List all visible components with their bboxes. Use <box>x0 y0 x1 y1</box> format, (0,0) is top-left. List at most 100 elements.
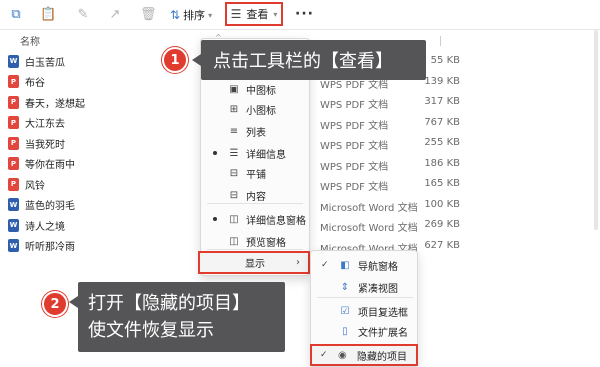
file-row[interactable]: P 春天，遂想起 <box>8 92 198 112</box>
file-row[interactable]: W 听听那冷雨 <box>8 236 198 256</box>
file-type: Microsoft Word 文档 <box>320 202 418 214</box>
file-name: 布谷 <box>25 78 45 89</box>
file-row[interactable]: P 当我死时 <box>8 133 198 153</box>
file-name: 听听那冷雨 <box>25 242 75 253</box>
submenu-item-hidden-items[interactable]: ✓ ◉ 隐藏的项目 <box>310 344 418 366</box>
sort-label: 排序 <box>183 9 206 22</box>
file-row[interactable]: P 等你在雨中 <box>8 154 198 174</box>
file-name: 当我死时 <box>25 139 65 151</box>
file-name: 白玉苦瓜 <box>25 57 65 69</box>
view-menu-item-label: 中图标 <box>246 85 276 97</box>
submenu-item[interactable]: ▯ 文件扩展名 <box>311 321 417 341</box>
file-row[interactable]: W 蓝色的羽毛 <box>8 195 198 215</box>
view-menu-item-label: 列表 <box>246 127 266 139</box>
file-type: Microsoft Word 文档 <box>320 223 418 234</box>
callout-step-2: 打开【隐藏的项目】 使文件恢复显示 <box>69 282 285 352</box>
file-size: 139 KB <box>424 75 460 87</box>
copy-icon[interactable]: ⧉ <box>8 7 24 23</box>
eye-icon: ◉ <box>338 349 347 361</box>
chevron-right-icon: › <box>296 257 300 268</box>
submenu-item-label: 导航窗格 <box>358 261 398 273</box>
submenu-item[interactable]: ☑ 项目复选框 <box>311 301 417 321</box>
menu-item-show-label: 显示 <box>245 259 265 270</box>
view-icon: ☰ <box>230 7 242 21</box>
submenu-item-icon: ◧ <box>340 259 350 271</box>
share-icon[interactable]: ↗ <box>107 7 123 23</box>
step-badge-2: 2 <box>42 291 68 317</box>
sort-button[interactable]: ⇅ 排序 ▾ <box>170 6 212 24</box>
check-icon: ✓ <box>320 350 328 360</box>
delete-icon[interactable]: 🗑 <box>140 7 157 23</box>
view-mode-icon: ⊟ <box>229 167 239 179</box>
paste-icon[interactable]: 📋 <box>40 7 56 23</box>
chevron-down-icon: ▾ <box>273 9 278 19</box>
word-file-icon: W <box>8 239 19 252</box>
pdf-file-icon: P <box>8 157 19 170</box>
pdf-file-icon: P <box>8 95 19 109</box>
callout-step-2-line2: 使文件恢复显示 <box>88 320 214 341</box>
view-menu-item-label: 详细信息窗格 <box>246 215 306 227</box>
view-menu-item[interactable]: ☰ 详细信息 <box>201 143 309 163</box>
file-row[interactable]: P 布谷 <box>8 72 198 92</box>
pdf-file-icon: P <box>8 177 19 191</box>
file-size: 627 KB <box>424 239 460 251</box>
pdf-file-icon: P <box>8 75 19 88</box>
view-menu-item[interactable]: ▣ 中图标 <box>201 79 309 99</box>
view-menu-item-label: 内容 <box>246 191 266 203</box>
file-type: WPS PDF 文档 <box>320 120 389 132</box>
file-name: 蓝色的羽毛 <box>25 201 75 212</box>
view-mode-icon: ☰ <box>229 147 239 159</box>
view-menu-item[interactable]: ◫ 预览窗格 <box>201 231 309 251</box>
check-icon: ✓ <box>321 260 329 270</box>
view-menu-item[interactable]: ◫ 详细信息窗格 <box>201 209 309 229</box>
submenu-item-icon: ☑ <box>340 305 350 317</box>
scrollbar[interactable] <box>594 30 598 230</box>
word-file-icon: W <box>8 198 19 211</box>
view-mode-icon: ⊞ <box>229 103 239 115</box>
submenu-item-icon: ⇕ <box>340 281 350 293</box>
more-options-button[interactable]: ··· <box>295 6 314 22</box>
callout-step-1: 点击工具栏的【查看】 <box>192 40 426 80</box>
column-header-name[interactable]: 名称 <box>20 33 40 48</box>
sort-icon: ⇅ <box>170 8 181 22</box>
column-divider[interactable] <box>440 36 441 46</box>
file-row[interactable]: P 风铃 <box>8 174 198 194</box>
view-menu-item[interactable]: ⊟ 内容 <box>201 185 309 205</box>
menu-divider <box>207 249 303 250</box>
file-name: 风铃 <box>25 180 45 192</box>
file-type: WPS PDF 文档 <box>320 161 389 173</box>
view-menu-item[interactable]: ⊞ 小图标 <box>201 99 309 119</box>
submenu-item[interactable]: ✓ ◧ 导航窗格 <box>311 255 417 275</box>
step-badge-1: 1 <box>162 47 188 73</box>
file-row[interactable]: W 诗人之境 <box>8 215 198 235</box>
file-type: WPS PDF 文档 <box>320 182 389 193</box>
file-type: WPS PDF 文档 <box>320 100 389 111</box>
view-menu-item-label: 详细信息 <box>246 149 286 161</box>
file-size: 186 KB <box>424 157 460 169</box>
file-name: 等你在雨中 <box>25 160 75 171</box>
submenu-item-label: 文件扩展名 <box>358 327 408 339</box>
file-size: 317 KB <box>424 96 460 107</box>
file-size: 269 KB <box>424 219 460 230</box>
selected-bullet-icon <box>213 151 217 155</box>
word-file-icon: W <box>8 218 19 232</box>
view-menu-item-label: 预览窗格 <box>246 237 286 249</box>
submenu-item[interactable]: ⇕ 紧凑视图 <box>311 277 417 297</box>
file-name: 春天，遂想起 <box>25 98 85 110</box>
view-button[interactable]: ☰ 查看 ▾ <box>225 2 283 26</box>
callout-step-2-line1: 打开【隐藏的项目】 <box>88 293 250 314</box>
view-menu-item[interactable]: ≡ 列表 <box>201 121 309 141</box>
submenu-item-label: 项目复选框 <box>358 307 408 319</box>
view-menu-item-label: 小图标 <box>246 105 276 117</box>
menu-divider <box>207 203 303 204</box>
file-name: 诗人之境 <box>25 221 65 233</box>
submenu-item-label: 隐藏的项目 <box>357 351 407 363</box>
file-size: 255 KB <box>424 137 460 148</box>
view-menu-item[interactable]: ⊟ 平铺 <box>201 163 309 183</box>
toolbar: ⧉ 📋 ✎ ↗ 🗑 ⇅ 排序 ▾ ☰ 查看 ▾ ··· <box>0 0 600 30</box>
menu-item-show[interactable]: 显示 › <box>198 251 310 274</box>
view-mode-icon: ◫ <box>229 235 239 247</box>
file-row[interactable]: P 大江东去 <box>8 113 198 133</box>
rename-icon[interactable]: ✎ <box>75 7 91 23</box>
selected-bullet-icon <box>213 217 217 221</box>
